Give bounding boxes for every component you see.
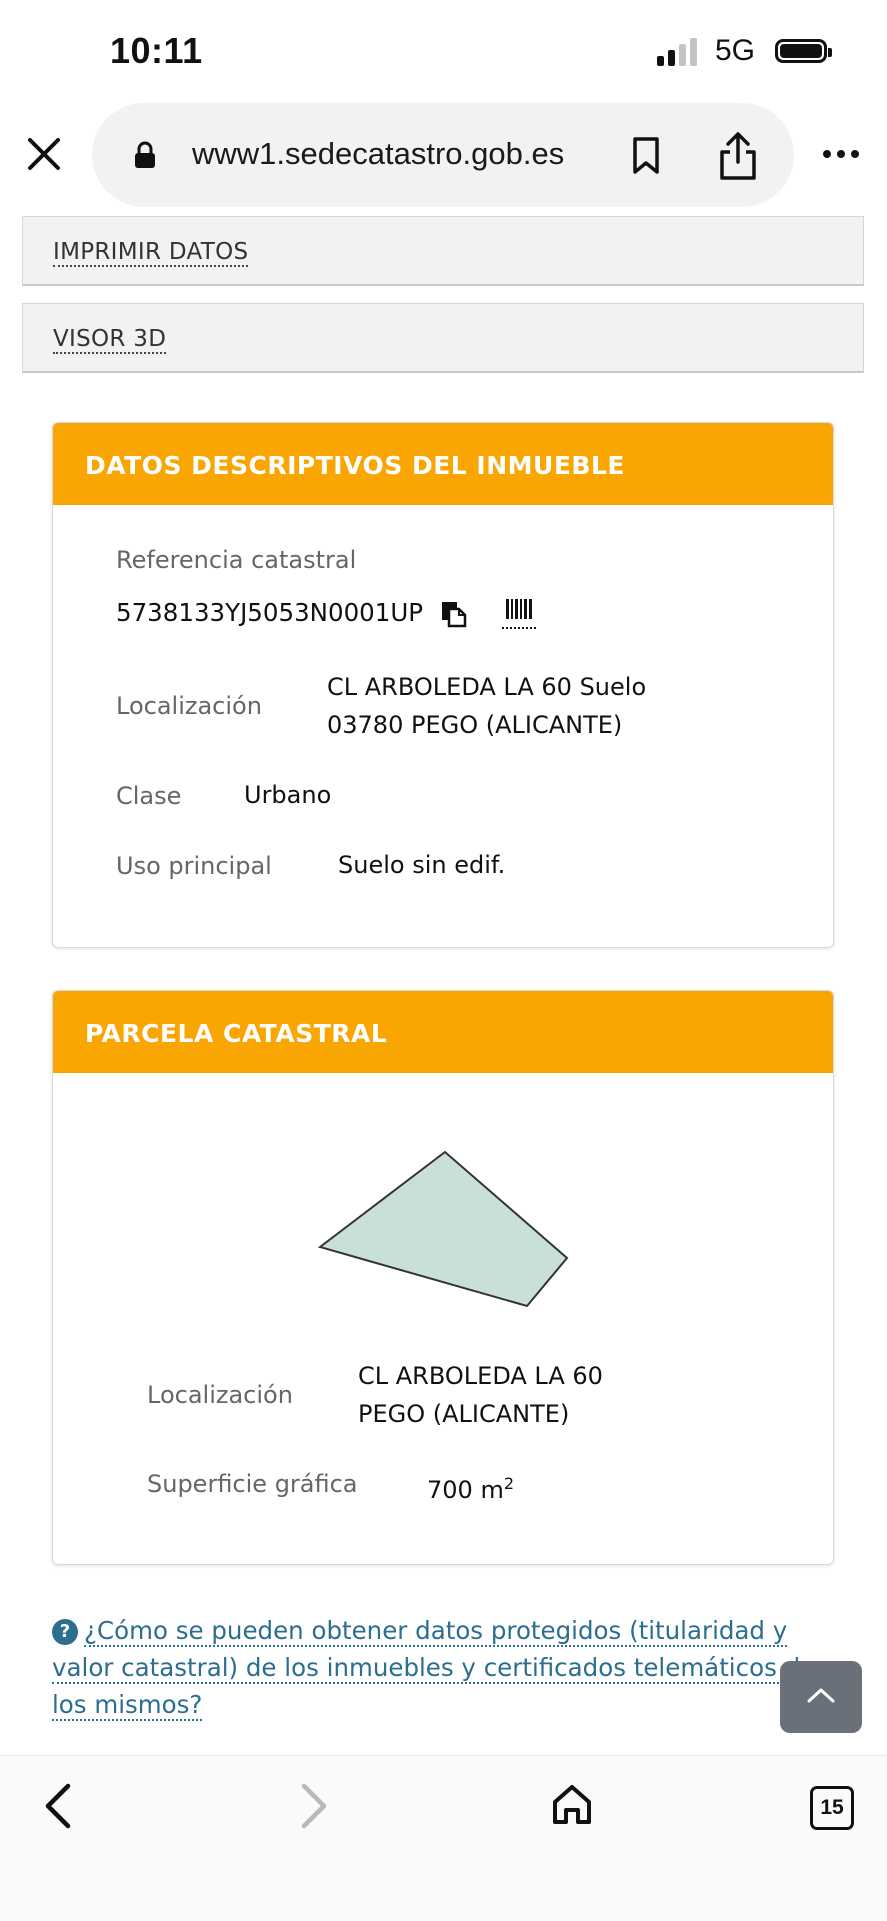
main-use-label: Uso principal bbox=[116, 852, 272, 880]
home-icon[interactable] bbox=[550, 1782, 594, 1826]
status-indicators: 5G bbox=[657, 34, 827, 68]
share-icon[interactable] bbox=[716, 130, 760, 182]
viewer-3d-bar[interactable]: VISOR 3D bbox=[22, 303, 864, 373]
location-line1: CL ARBOLEDA LA 60 Suelo bbox=[327, 668, 646, 706]
barcode-icon[interactable] bbox=[500, 597, 540, 631]
location-line2: 03780 PEGO (ALICANTE) bbox=[327, 706, 622, 744]
cadastral-reference-label: Referencia catastral bbox=[116, 546, 356, 574]
graphic-surface-value: 700 m2 bbox=[427, 1465, 514, 1509]
browser-bottom-nav bbox=[0, 1755, 887, 1921]
cadastral-reference-value: 5738133YJ5053N0001UP bbox=[116, 594, 423, 632]
bookmark-icon[interactable] bbox=[630, 136, 662, 176]
parcel-location-label: Localización bbox=[147, 1381, 293, 1409]
network-type: 5G bbox=[715, 34, 755, 68]
scroll-to-top-button[interactable] bbox=[780, 1661, 862, 1733]
descriptive-card-header: DATOS DESCRIPTIVOS DEL INMUEBLE bbox=[53, 423, 833, 505]
parcel-card-header: PARCELA CATASTRAL bbox=[53, 991, 833, 1073]
class-label: Clase bbox=[116, 782, 181, 810]
main-use-value: Suelo sin edif. bbox=[338, 846, 505, 884]
question-icon: ? bbox=[52, 1619, 78, 1645]
parcel-location-line2: PEGO (ALICANTE) bbox=[358, 1395, 569, 1433]
parcel-card-title: PARCELA CATASTRAL bbox=[85, 1019, 387, 1048]
print-data-bar[interactable]: IMPRIMIR DATOS bbox=[22, 216, 864, 286]
surface-exponent: 2 bbox=[504, 1474, 514, 1493]
copy-icon[interactable] bbox=[440, 600, 468, 628]
descriptive-card-title: DATOS DESCRIPTIVOS DEL INMUEBLE bbox=[85, 451, 625, 480]
cellular-signal-icon bbox=[657, 36, 697, 66]
protected-data-help[interactable]: ? ¿Cómo se pueden obtener datos protegido… bbox=[52, 1612, 842, 1723]
surface-number: 700 m bbox=[427, 1476, 504, 1504]
parcel-location-line1: CL ARBOLEDA LA 60 bbox=[358, 1357, 603, 1395]
parcel-shape bbox=[300, 1140, 580, 1320]
status-time: 10:11 bbox=[110, 30, 203, 72]
viewer-3d-link[interactable]: VISOR 3D bbox=[53, 326, 166, 354]
location-label: Localización bbox=[116, 692, 262, 720]
graphic-surface-label: Superficie gráfica bbox=[147, 1470, 358, 1498]
close-icon[interactable] bbox=[24, 134, 64, 174]
tabs-count-button[interactable]: 15 bbox=[810, 1786, 854, 1830]
battery-icon bbox=[775, 39, 827, 63]
chevron-up-icon bbox=[806, 1685, 836, 1705]
forward-icon[interactable] bbox=[296, 1782, 332, 1830]
class-value: Urbano bbox=[244, 776, 331, 814]
protected-data-help-link[interactable]: ¿Cómo se pueden obtener datos protegidos… bbox=[52, 1616, 815, 1721]
url-text[interactable]: www1.sedecatastro.gob.es bbox=[192, 136, 564, 172]
lock-icon bbox=[132, 140, 158, 170]
more-options-icon[interactable] bbox=[823, 150, 859, 158]
back-icon[interactable] bbox=[40, 1782, 76, 1830]
print-data-link[interactable]: IMPRIMIR DATOS bbox=[53, 239, 248, 267]
